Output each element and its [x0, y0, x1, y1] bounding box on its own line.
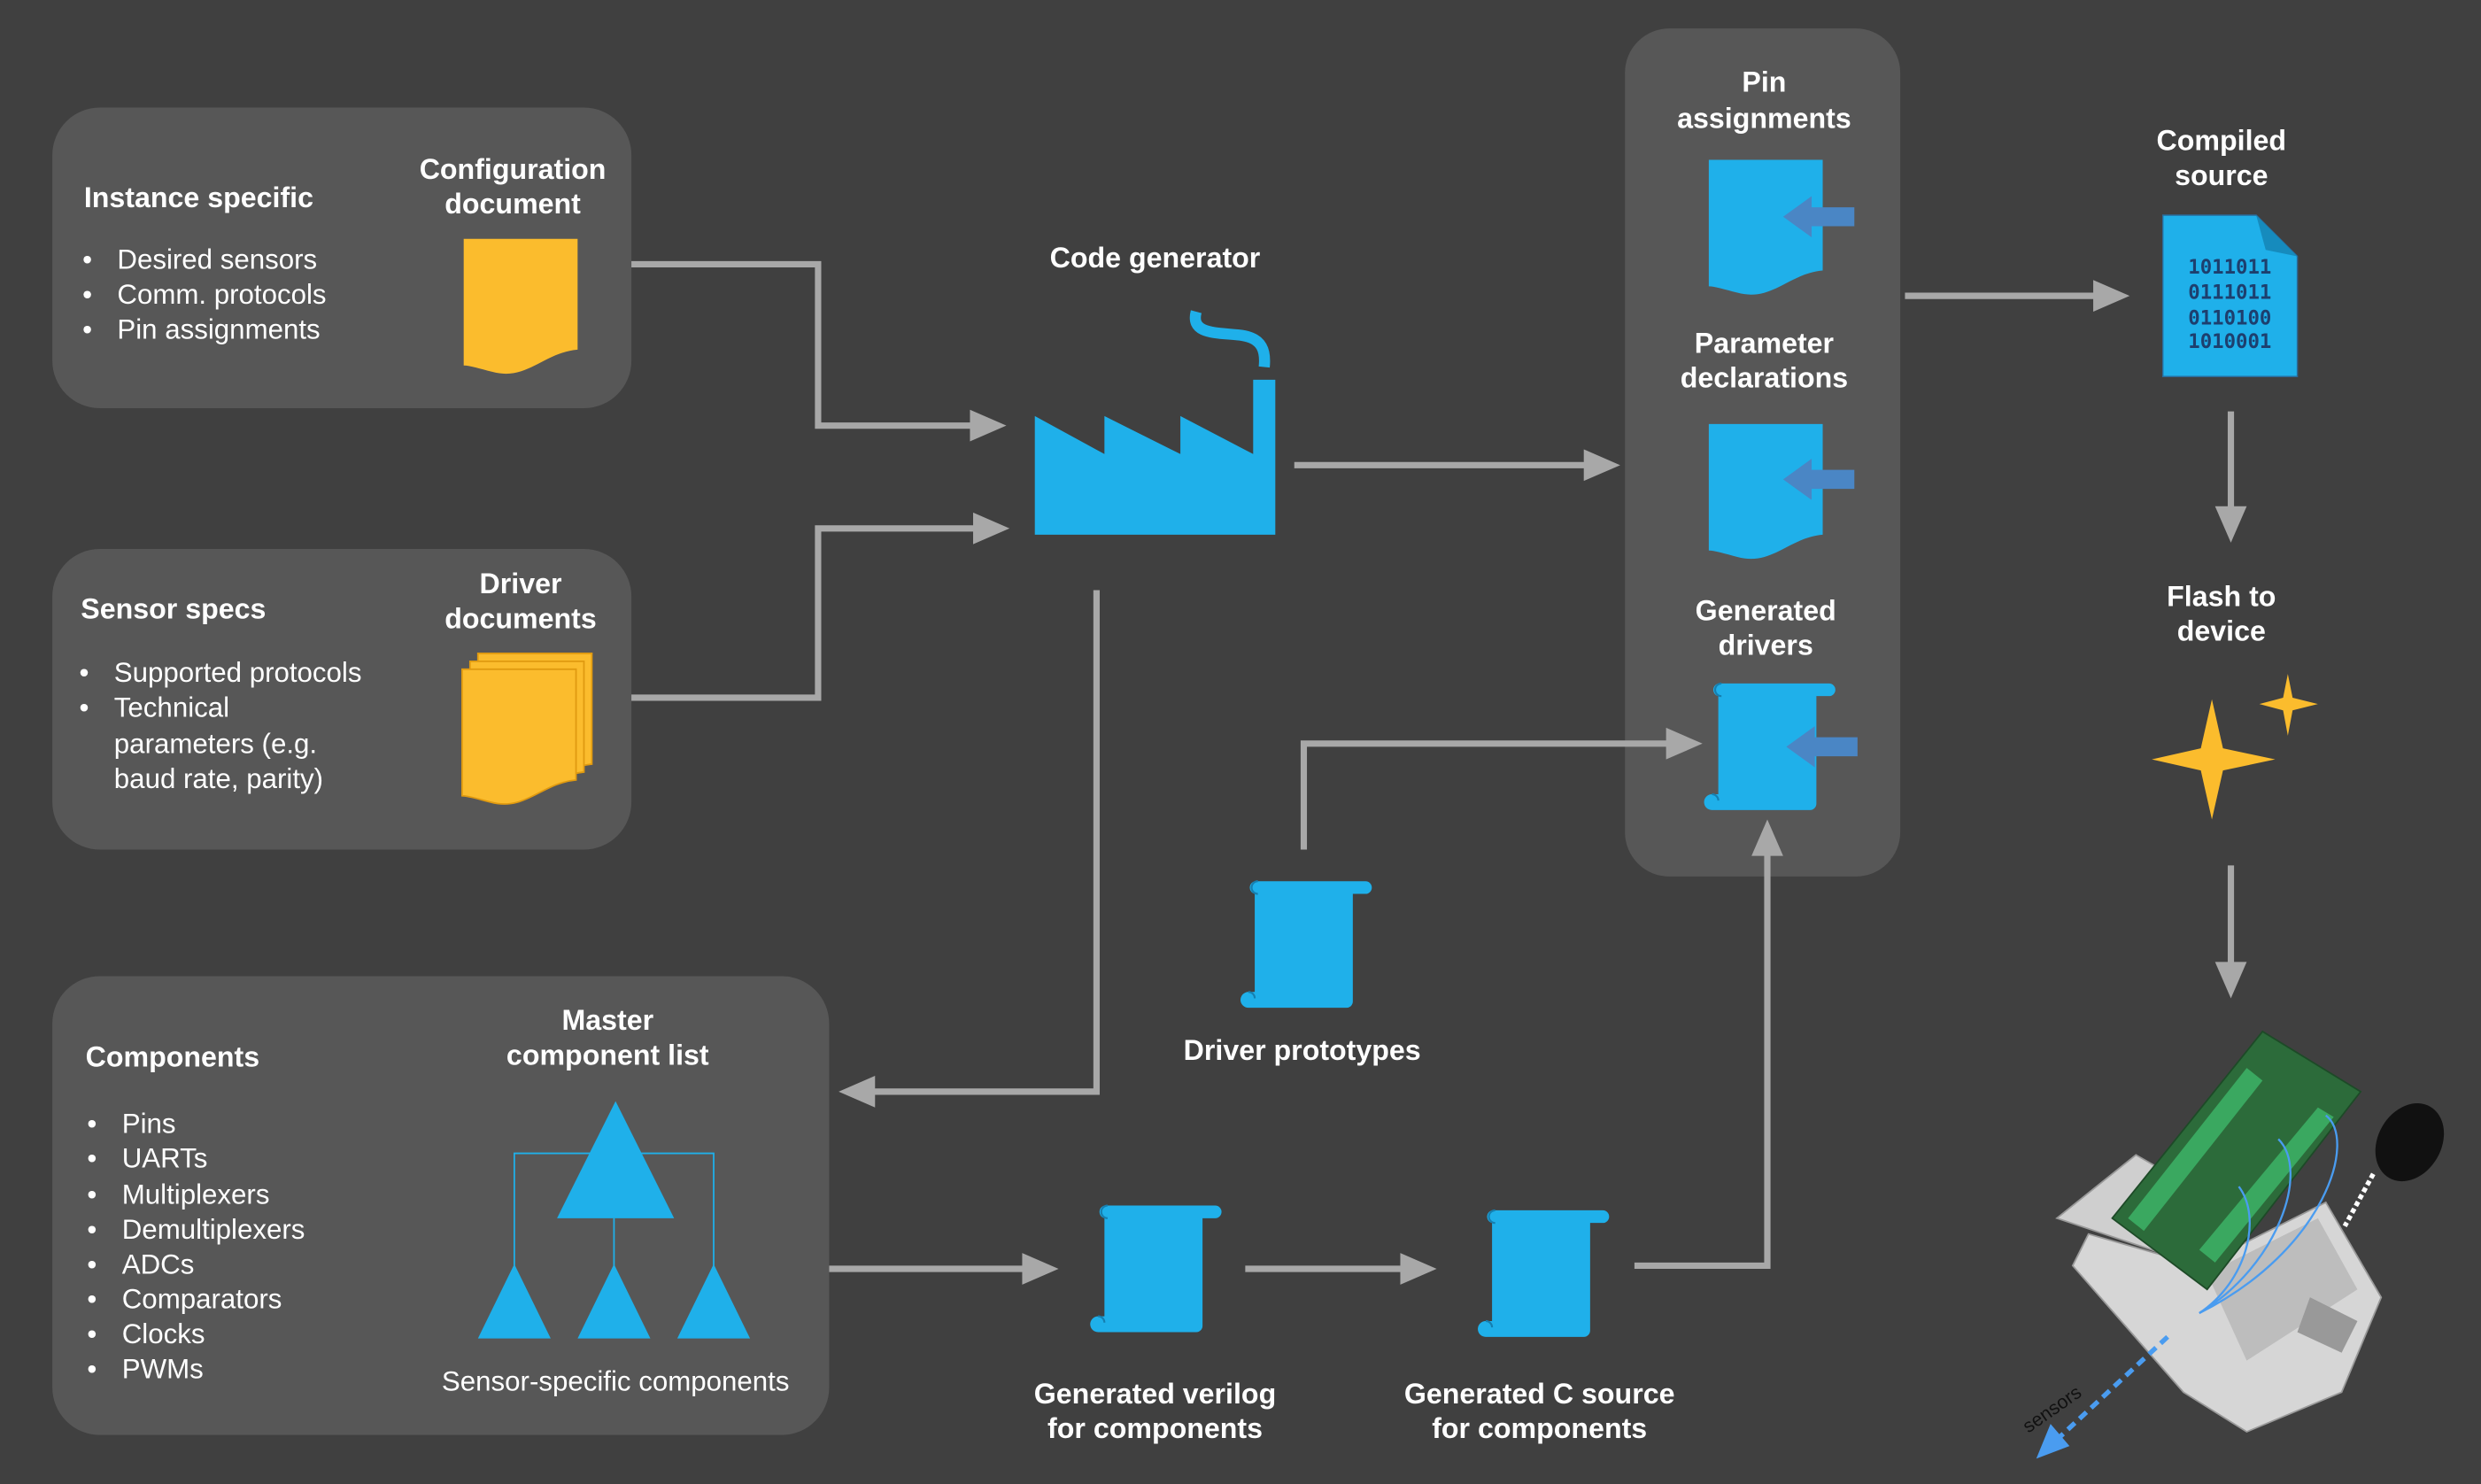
- factory-icon: [1034, 310, 1276, 535]
- list-item: Desired sensors: [117, 244, 317, 275]
- svg-text:•: •: [87, 1214, 97, 1245]
- driver-prototypes-label: Driver prototypes: [1184, 1034, 1421, 1066]
- list-item: Pins: [122, 1108, 176, 1139]
- svg-text:•: •: [82, 313, 92, 344]
- list-item: parameters (e.g.: [114, 729, 317, 760]
- c-source-label: Generated C source for components: [1404, 1378, 1675, 1444]
- svg-text:0110100: 0110100: [2188, 306, 2271, 329]
- svg-text:•: •: [87, 1248, 97, 1279]
- list-item: Comparators: [122, 1284, 282, 1315]
- compiled-binary-file-icon: 1011011 0111011 0110100 1010001: [2161, 214, 2299, 377]
- svg-text:1010001: 1010001: [2188, 330, 2271, 353]
- pipeline-diagram: Instance specific • Desired sensors • Comm…: [52, 28, 2445, 1459]
- sensor-device-image: sensors: [2019, 1030, 2445, 1459]
- list-item: Clocks: [122, 1318, 205, 1349]
- flow-arrows: [631, 260, 2247, 1285]
- driver-prototypes-scroll-icon: [1239, 879, 1373, 1009]
- list-item: baud rate, parity): [114, 763, 323, 794]
- svg-text:•: •: [80, 692, 89, 723]
- list-item: Comm. protocols: [117, 279, 326, 310]
- list-item: Pin assignments: [117, 313, 320, 344]
- code-generator-label: Code generator: [1050, 242, 1261, 274]
- svg-text:•: •: [80, 657, 89, 688]
- svg-text:•: •: [87, 1143, 97, 1174]
- components-title: Components: [86, 1040, 260, 1072]
- flash-label: Flash to device: [2167, 580, 2276, 646]
- svg-text:•: •: [87, 1179, 97, 1210]
- svg-text:1011011: 1011011: [2188, 256, 2271, 279]
- list-item: UARTs: [122, 1143, 208, 1174]
- instance-title: Instance specific: [84, 182, 313, 213]
- verilog-label: Generated verilog for components: [1034, 1378, 1276, 1444]
- list-item: PWMs: [122, 1353, 204, 1384]
- arrow-prototypes-to-drivers: [1300, 740, 1670, 850]
- svg-text:0111011: 0111011: [2188, 282, 2271, 305]
- list-item: Multiplexers: [122, 1179, 270, 1210]
- verilog-scroll-icon: [1089, 1204, 1223, 1333]
- list-item: Technical: [114, 692, 229, 723]
- arrow-generator-to-components: [873, 590, 1100, 1095]
- sensor-specific-label: Sensor-specific components: [442, 1366, 790, 1397]
- list-item: ADCs: [122, 1248, 195, 1279]
- list-item: Supported protocols: [114, 657, 362, 688]
- svg-text:•: •: [87, 1353, 97, 1384]
- svg-text:•: •: [82, 244, 92, 275]
- sparkle-icon: [2152, 674, 2318, 820]
- arrow-drivers-to-generator: [631, 525, 977, 701]
- c-source-scroll-icon: [1476, 1209, 1611, 1338]
- svg-text:•: •: [87, 1318, 97, 1349]
- compiled-source-label: Compiled source: [2157, 125, 2287, 191]
- svg-text:•: •: [87, 1108, 97, 1139]
- instance-bullets: • Desired sensors • Comm. protocols • Pin a…: [82, 244, 326, 345]
- sensor-title: Sensor specs: [81, 593, 266, 625]
- arrow-config-to-generator: [631, 260, 974, 429]
- list-item: Demultiplexers: [122, 1214, 305, 1245]
- svg-text:•: •: [82, 279, 92, 310]
- arrow-c-to-drivers: [1634, 854, 1771, 1269]
- svg-text:•: •: [87, 1284, 97, 1315]
